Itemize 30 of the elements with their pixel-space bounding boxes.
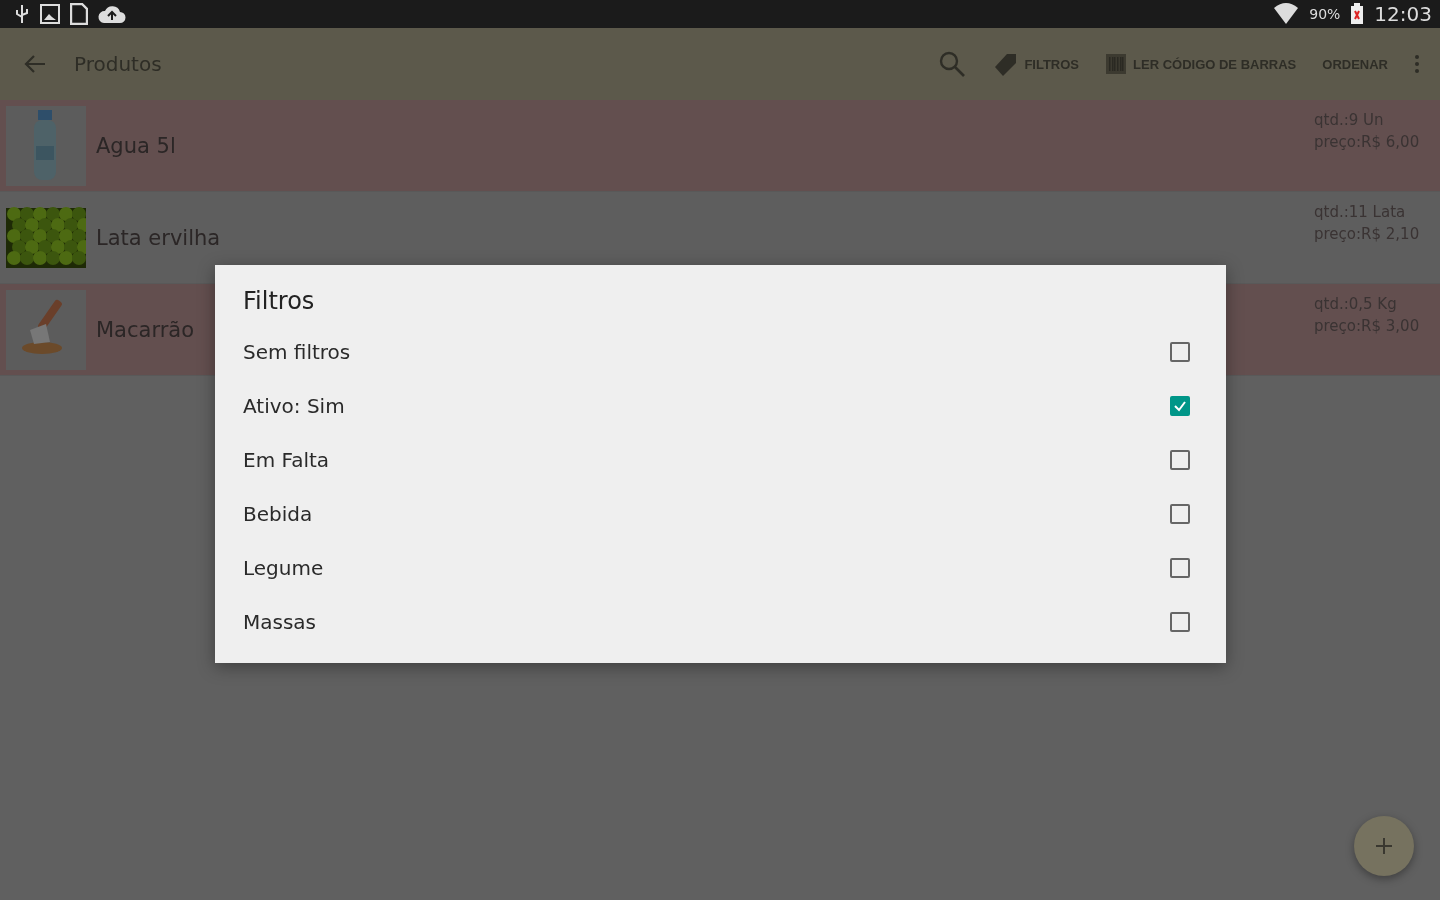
search-icon bbox=[938, 50, 967, 78]
product-name: Lata ervilha bbox=[96, 225, 222, 250]
product-name: Macarrão bbox=[96, 317, 196, 342]
check-icon bbox=[1173, 399, 1187, 413]
filter-option[interactable]: Em Falta bbox=[243, 448, 330, 472]
checkbox[interactable] bbox=[1170, 450, 1190, 470]
barcode-icon bbox=[1105, 53, 1128, 75]
filter-option[interactable]: Legume bbox=[243, 556, 324, 580]
sim-card-icon bbox=[70, 3, 88, 25]
clock: 12:03 bbox=[1374, 2, 1432, 26]
plus-icon bbox=[1375, 837, 1393, 855]
filter-option[interactable]: Bebida bbox=[243, 502, 313, 526]
cloud-upload-icon bbox=[98, 4, 126, 24]
checkbox[interactable] bbox=[1170, 396, 1190, 416]
usb-icon bbox=[14, 4, 30, 24]
checkbox[interactable] bbox=[1170, 342, 1190, 362]
wifi-icon bbox=[1273, 2, 1300, 26]
product-name: Agua 5l bbox=[96, 133, 177, 158]
checkbox[interactable] bbox=[1170, 612, 1190, 632]
dialog-title: Filtros bbox=[243, 287, 316, 317]
tag-icon bbox=[992, 51, 1019, 77]
filter-option[interactable]: Massas bbox=[243, 610, 317, 634]
more-icon bbox=[1414, 54, 1420, 74]
filter-option[interactable]: Ativo: Sim bbox=[243, 394, 345, 418]
battery-icon bbox=[1350, 3, 1365, 25]
checkbox[interactable] bbox=[1170, 504, 1190, 524]
checkbox[interactable] bbox=[1170, 558, 1190, 578]
battery-percent: 90% bbox=[1309, 6, 1341, 22]
filter-option[interactable]: Sem filtros bbox=[243, 340, 351, 364]
image-icon bbox=[40, 4, 60, 24]
